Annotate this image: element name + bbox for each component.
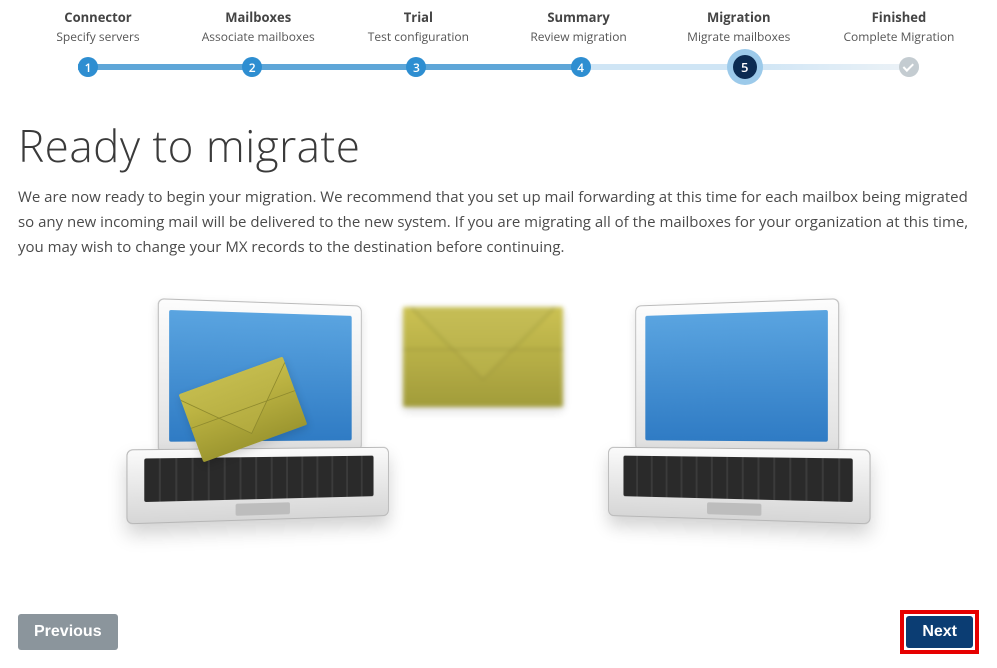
step-sub: Specify servers [18,28,178,45]
page-description: We are now ready to begin your migration… [18,185,978,259]
step-number: 4 [577,59,584,76]
step-title: Summary [499,8,659,26]
wizard-footer: Previous Next [18,610,979,654]
step-sub: Complete Migration [819,28,979,45]
stepper-labels: Connector Specify servers Mailboxes Asso… [18,0,979,45]
step-title: Migration [659,8,819,26]
step-migration: Migration Migrate mailboxes [659,8,819,45]
step-title: Mailboxes [178,8,338,26]
step-node-6 [899,57,919,77]
step-node-2[interactable]: 2 [242,57,262,77]
page-title: Ready to migrate [18,115,979,175]
step-number: 3 [413,59,420,76]
step-node-1[interactable]: 1 [78,57,98,77]
step-mailboxes: Mailboxes Associate mailboxes [178,8,338,45]
step-title: Finished [819,8,979,26]
step-sub: Review migration [499,28,659,45]
step-summary: Summary Review migration [499,8,659,45]
next-button[interactable]: Next [906,616,973,648]
step-sub: Test configuration [338,28,498,45]
previous-button[interactable]: Previous [18,614,118,650]
step-connector: Connector Specify servers [18,8,178,45]
step-finished: Finished Complete Migration [819,8,979,45]
step-node-3[interactable]: 3 [406,57,426,77]
step-number: 5 [741,58,748,76]
step-title: Connector [18,8,178,26]
step-trial: Trial Test configuration [338,8,498,45]
check-icon [903,61,914,72]
laptop-icon [608,297,870,537]
step-sub: Associate mailboxes [178,28,338,45]
step-title: Trial [338,8,498,26]
step-number: 1 [85,59,92,76]
envelope-flying-icon [403,307,563,407]
step-node-5[interactable]: 5 [727,49,763,85]
step-sub: Migrate mailboxes [659,28,819,45]
stepper-rail: 1 2 3 4 5 [78,53,919,81]
next-button-highlight: Next [900,610,979,654]
step-node-4[interactable]: 4 [571,57,591,77]
step-number: 2 [249,59,256,76]
migration-illustration [18,277,979,547]
